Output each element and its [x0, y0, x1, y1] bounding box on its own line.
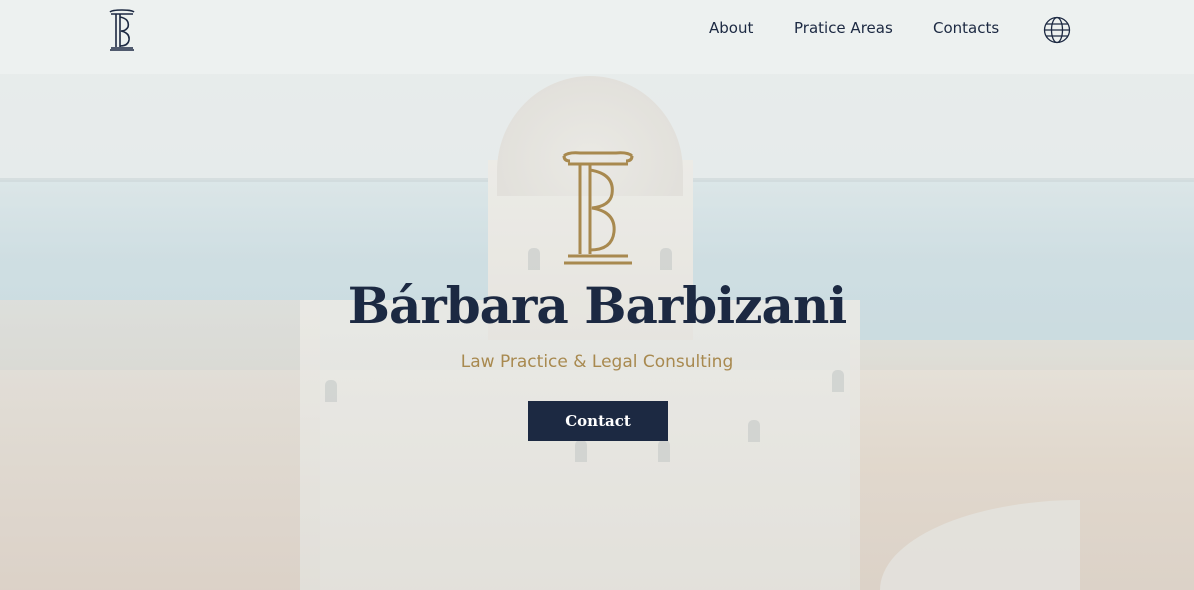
column-b-emblem-icon — [562, 151, 634, 265]
hero-title: Bárbara Barbizani — [347, 276, 848, 335]
nav-contacts-link[interactable]: Contacts — [933, 19, 999, 37]
globe-icon[interactable] — [1043, 16, 1071, 44]
contact-button[interactable]: Contact — [528, 401, 668, 441]
nav-practice-areas-link[interactable]: Pratice Areas — [794, 19, 893, 37]
nav-about-link[interactable]: About — [709, 19, 753, 37]
top-navbar: About Pratice Areas Contacts — [0, 0, 1194, 74]
hero-subtitle: Law Practice & Legal Consulting — [460, 352, 734, 372]
main-navigation: About Pratice Areas Contacts — [0, 0, 1194, 60]
